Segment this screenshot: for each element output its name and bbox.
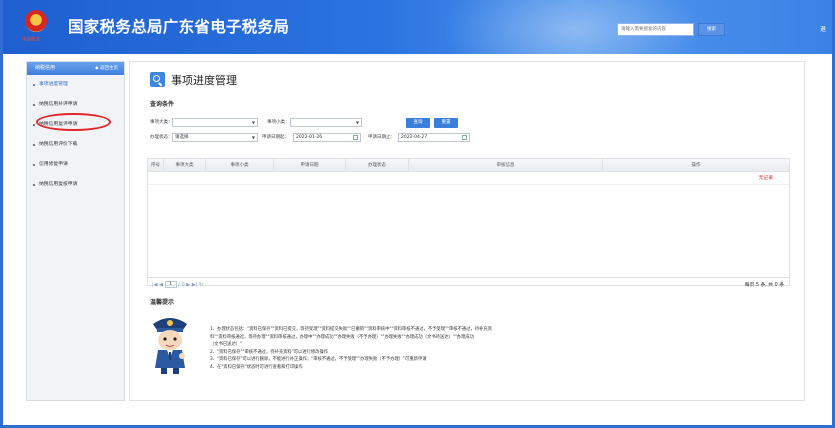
no-record-text: 无记录 [758, 176, 773, 181]
tip-line: （文书已送达）" [210, 342, 243, 348]
search-input[interactable] [617, 23, 694, 36]
apply-from-label: 申请日期起： [262, 135, 289, 140]
back-home-link[interactable]: ◆ 返回主页 [95, 62, 118, 75]
sidebar-item-progress[interactable]: 事项进度管理 [27, 75, 124, 95]
tips-heading: 温馨提示 [150, 299, 175, 306]
tax-emblem-icon [25, 10, 47, 32]
annotation-circle [36, 113, 111, 131]
prev-page-icon[interactable]: ◀ [159, 282, 163, 288]
sidebar-item-label: 纳税信用评价下载 [39, 142, 78, 147]
apply-from-input[interactable]: 2022-01-26 [293, 133, 361, 142]
table-header: 序号 事项大类 事项小类 申请日期 办理状态 审核信息 操作 [148, 159, 789, 172]
bullet-icon [33, 84, 35, 86]
page-number-input[interactable]: 1 [164, 281, 177, 288]
tip-line: 料""资料审核通过，等待办理""资料审核通过，办理中""办理成功""办理失败（不… [210, 334, 474, 340]
bullet-icon [33, 104, 35, 106]
status-select[interactable]: 请选择 ▼ [172, 133, 258, 142]
first-page-icon[interactable]: |◀ [152, 282, 158, 288]
site-title: 国家税务总局广东省电子税务局 [68, 18, 290, 36]
column-header: 办理状态 [346, 159, 409, 172]
next-page-icon[interactable]: ▶ [186, 282, 190, 288]
sidebar-item-download[interactable]: 纳税信用评价下载 [27, 135, 124, 155]
site-header: 中国税务 国家税务总局广东省电子税务局 搜索 退 [3, 0, 832, 54]
page-title: 事项进度管理 [171, 74, 237, 87]
reset-button[interactable]: 重置 [434, 118, 458, 128]
sidebar-item-repair[interactable]: 信用修复申请 [27, 155, 124, 175]
query-heading: 查询条件 [150, 101, 175, 108]
bullet-icon [33, 144, 35, 146]
tip-line: 3、"资料已保存"可以进行删除，不能进行补正操作；"审核不通过，不予受理""办理… [210, 357, 427, 363]
category-label: 事项大类： [150, 120, 173, 125]
page-total: / 0 [178, 282, 185, 288]
sidebar-item-label: 纳税信用补评申请 [39, 102, 78, 107]
calendar-icon[interactable] [462, 135, 467, 140]
status-label: 办理状态： [150, 135, 173, 140]
tip-line: 4、在"资料已保存"状态时可进行查看和打印操作 [210, 364, 303, 370]
sidebar-item-review[interactable]: 纳税信用复核申请 [27, 175, 124, 195]
tips-text: 1、办理状态包括："资料已保存""资料已提交，等待受理""资料提交失败""已撤销… [210, 326, 795, 372]
sidebar-item-label: 纳税信用复核申请 [39, 182, 78, 187]
sidebar-heading-label: 纳税信用 [35, 65, 56, 71]
sidebar-item-label: 事项进度管理 [39, 82, 68, 87]
tip-line: 1、办理状态包括："资料已保存""资料已提交，等待受理""资料提交失败""已撤销… [210, 327, 492, 332]
column-header: 申请日期 [274, 159, 346, 172]
apply-to-input[interactable]: 2022-04-27 [398, 133, 470, 142]
bullet-icon [33, 124, 35, 126]
chevron-down-icon: ▼ [355, 120, 359, 125]
emblem-caption: 中国税务 [22, 36, 41, 43]
chevron-down-icon: ▼ [251, 135, 255, 140]
pager-summary: 每页 5 条, 共 0 条 [744, 283, 784, 288]
apply-to-label: 申请日期止： [368, 135, 395, 140]
bullet-icon [33, 184, 35, 186]
column-header: 操作 [691, 163, 701, 168]
chevron-down-icon: ▼ [251, 120, 255, 125]
search-icon [150, 72, 165, 87]
tip-line: 2、"资料已保存""审核不通过，待补充资料"可以进行修改操作 [210, 349, 329, 355]
progress-table: 序号 事项大类 事项小类 申请日期 办理状态 审核信息 操作 无记录 [147, 158, 790, 286]
table-row: 无记录 [148, 172, 789, 185]
sidebar-item-label: 信用修复申请 [39, 162, 68, 167]
sidebar: 纳税信用 ◆ 返回主页 事项进度管理 纳税信用补评申请 纳税信用复评申请 纳税信… [26, 61, 125, 401]
category-select[interactable]: ▼ [172, 118, 258, 127]
query-button[interactable]: 查询 [406, 118, 430, 128]
calendar-icon[interactable] [353, 135, 358, 140]
refresh-icon[interactable]: ↻ [199, 282, 203, 288]
police-mascot-icon [153, 318, 187, 374]
subcategory-select[interactable]: ▼ [290, 118, 362, 127]
pager-controls: |◀ ◀ 1 / 0 ▶ ▶| ↻ [152, 281, 203, 288]
sidebar-item-supplement[interactable]: 纳税信用补评申请 [27, 95, 124, 115]
main-panel: 事项进度管理 查询条件 事项大类： ▼ 事项小类： ▼ 查询 重置 办理状态： … [129, 61, 805, 401]
column-header: 事项小类 [206, 159, 274, 172]
column-header: 序号 [148, 159, 164, 172]
pager: |◀ ◀ 1 / 0 ▶ ▶| ↻ 每页 5 条, 共 0 条 [147, 277, 790, 291]
column-header: 审核信息 [409, 159, 603, 172]
sidebar-heading: 纳税信用 ◆ 返回主页 [27, 62, 124, 75]
last-page-icon[interactable]: ▶| [192, 282, 198, 288]
column-header: 事项大类 [164, 159, 206, 172]
search-button[interactable]: 搜索 [698, 23, 725, 36]
logout-link[interactable]: 退 [820, 24, 826, 33]
subcategory-label: 事项小类： [267, 120, 290, 125]
bullet-icon [33, 164, 35, 166]
